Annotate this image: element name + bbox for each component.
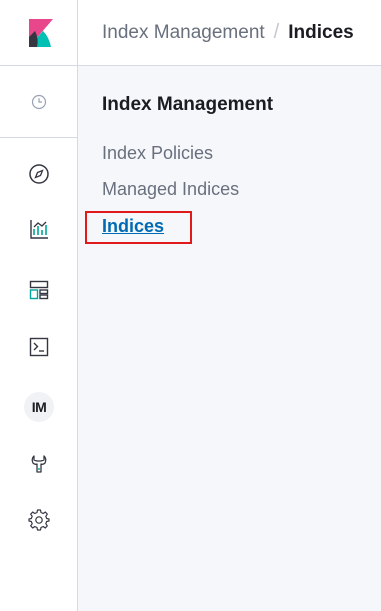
discover-nav[interactable] bbox=[22, 157, 56, 191]
gear-icon bbox=[28, 509, 50, 531]
im-icon: IM bbox=[24, 392, 54, 422]
recent-cell bbox=[0, 66, 77, 138]
wrench-icon bbox=[31, 455, 47, 473]
breadcrumb-indices: Indices bbox=[288, 21, 354, 43]
monitoring-nav[interactable] bbox=[22, 447, 56, 481]
icon-rail: IM bbox=[0, 0, 78, 611]
clock-icon[interactable] bbox=[31, 94, 47, 110]
dashboard-icon bbox=[29, 280, 49, 300]
visualize-nav[interactable] bbox=[22, 212, 56, 246]
dashboard-nav[interactable] bbox=[22, 273, 56, 307]
kibana-logo[interactable] bbox=[25, 18, 53, 47]
visualize-icon bbox=[30, 220, 48, 239]
header-bar: Index Management / Indices bbox=[78, 0, 381, 66]
logo-cell bbox=[0, 0, 77, 66]
breadcrumb-separator: / bbox=[273, 21, 280, 43]
management-nav[interactable] bbox=[22, 503, 56, 537]
console-icon bbox=[29, 337, 49, 357]
nav-item-managed-indices[interactable]: Managed Indices bbox=[102, 179, 239, 200]
nav-item-index-policies[interactable]: Index Policies bbox=[102, 143, 213, 164]
nav-item-indices[interactable]: Indices bbox=[102, 216, 164, 237]
sidenav-title: Index Management bbox=[102, 94, 274, 115]
index-management-sidenav: Index Management Index Policies Managed … bbox=[78, 66, 381, 611]
breadcrumb-index-management[interactable]: Index Management bbox=[102, 22, 265, 44]
dev-tools-nav[interactable] bbox=[22, 330, 56, 364]
compass-icon bbox=[29, 164, 49, 184]
index-management-nav[interactable]: IM bbox=[22, 390, 56, 424]
